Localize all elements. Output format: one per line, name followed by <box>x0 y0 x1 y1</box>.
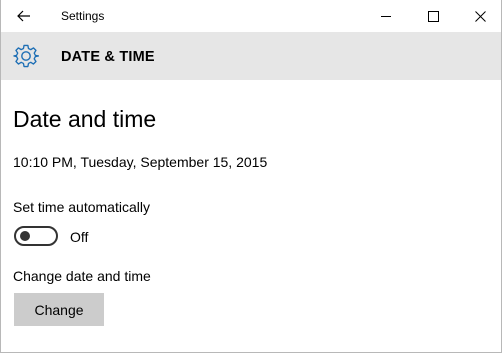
auto-time-label: Set time automatically <box>13 199 150 215</box>
settings-header: DATE & TIME <box>1 32 501 80</box>
back-button[interactable] <box>1 0 47 32</box>
close-button[interactable] <box>457 0 502 32</box>
settings-window: Settings DATE & TIME Date and time 10:10… <box>0 0 502 353</box>
minimize-icon <box>380 11 392 22</box>
minimize-button[interactable] <box>363 0 409 32</box>
current-datetime: 10:10 PM, Tuesday, September 15, 2015 <box>13 154 268 170</box>
title-bar: Settings <box>1 0 501 32</box>
maximize-button[interactable] <box>410 0 456 32</box>
close-icon <box>474 10 486 22</box>
maximize-icon <box>427 10 439 22</box>
change-button[interactable]: Change <box>14 293 104 326</box>
auto-time-state: Off <box>70 229 89 245</box>
change-datetime-label: Change date and time <box>13 268 151 284</box>
window-title: Settings <box>61 9 105 23</box>
page-title: Date and time <box>13 106 157 132</box>
toggle-knob <box>20 231 30 241</box>
section-title: DATE & TIME <box>61 49 155 65</box>
gear-icon <box>13 43 39 69</box>
back-arrow-icon <box>17 10 31 22</box>
auto-time-toggle[interactable] <box>14 226 58 246</box>
